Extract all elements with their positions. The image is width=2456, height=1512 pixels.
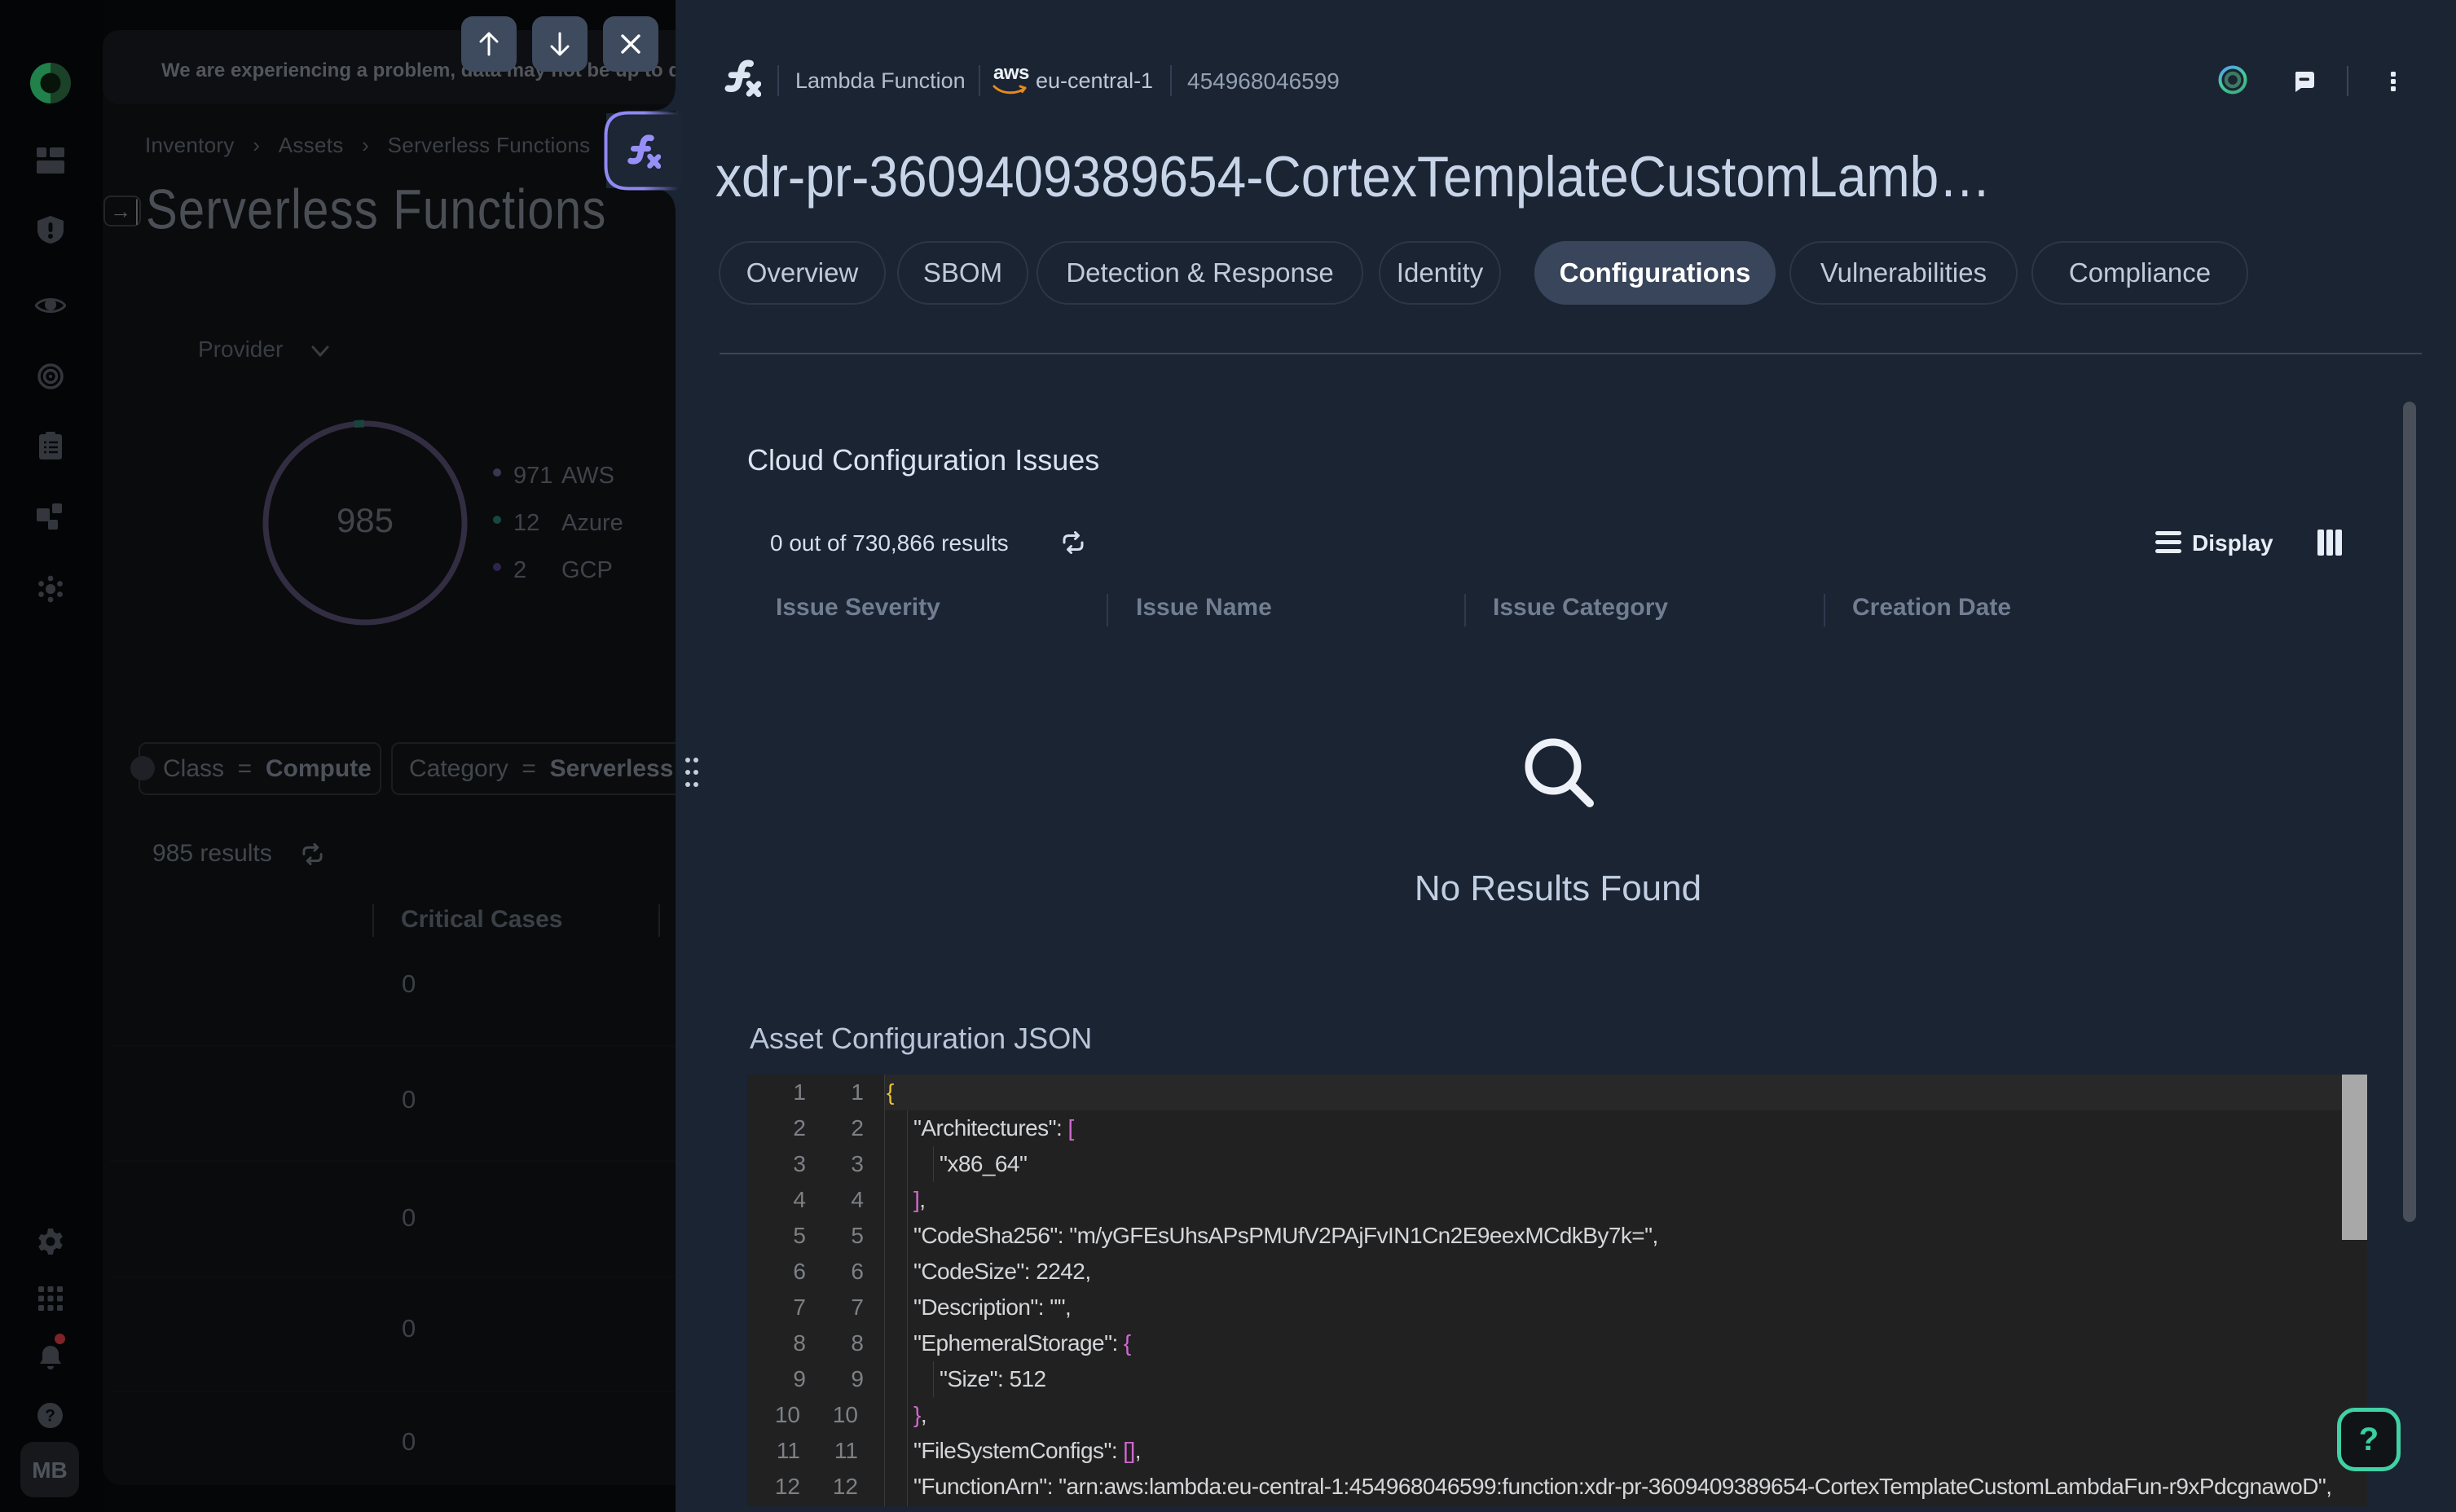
- svg-text:?: ?: [45, 1407, 55, 1426]
